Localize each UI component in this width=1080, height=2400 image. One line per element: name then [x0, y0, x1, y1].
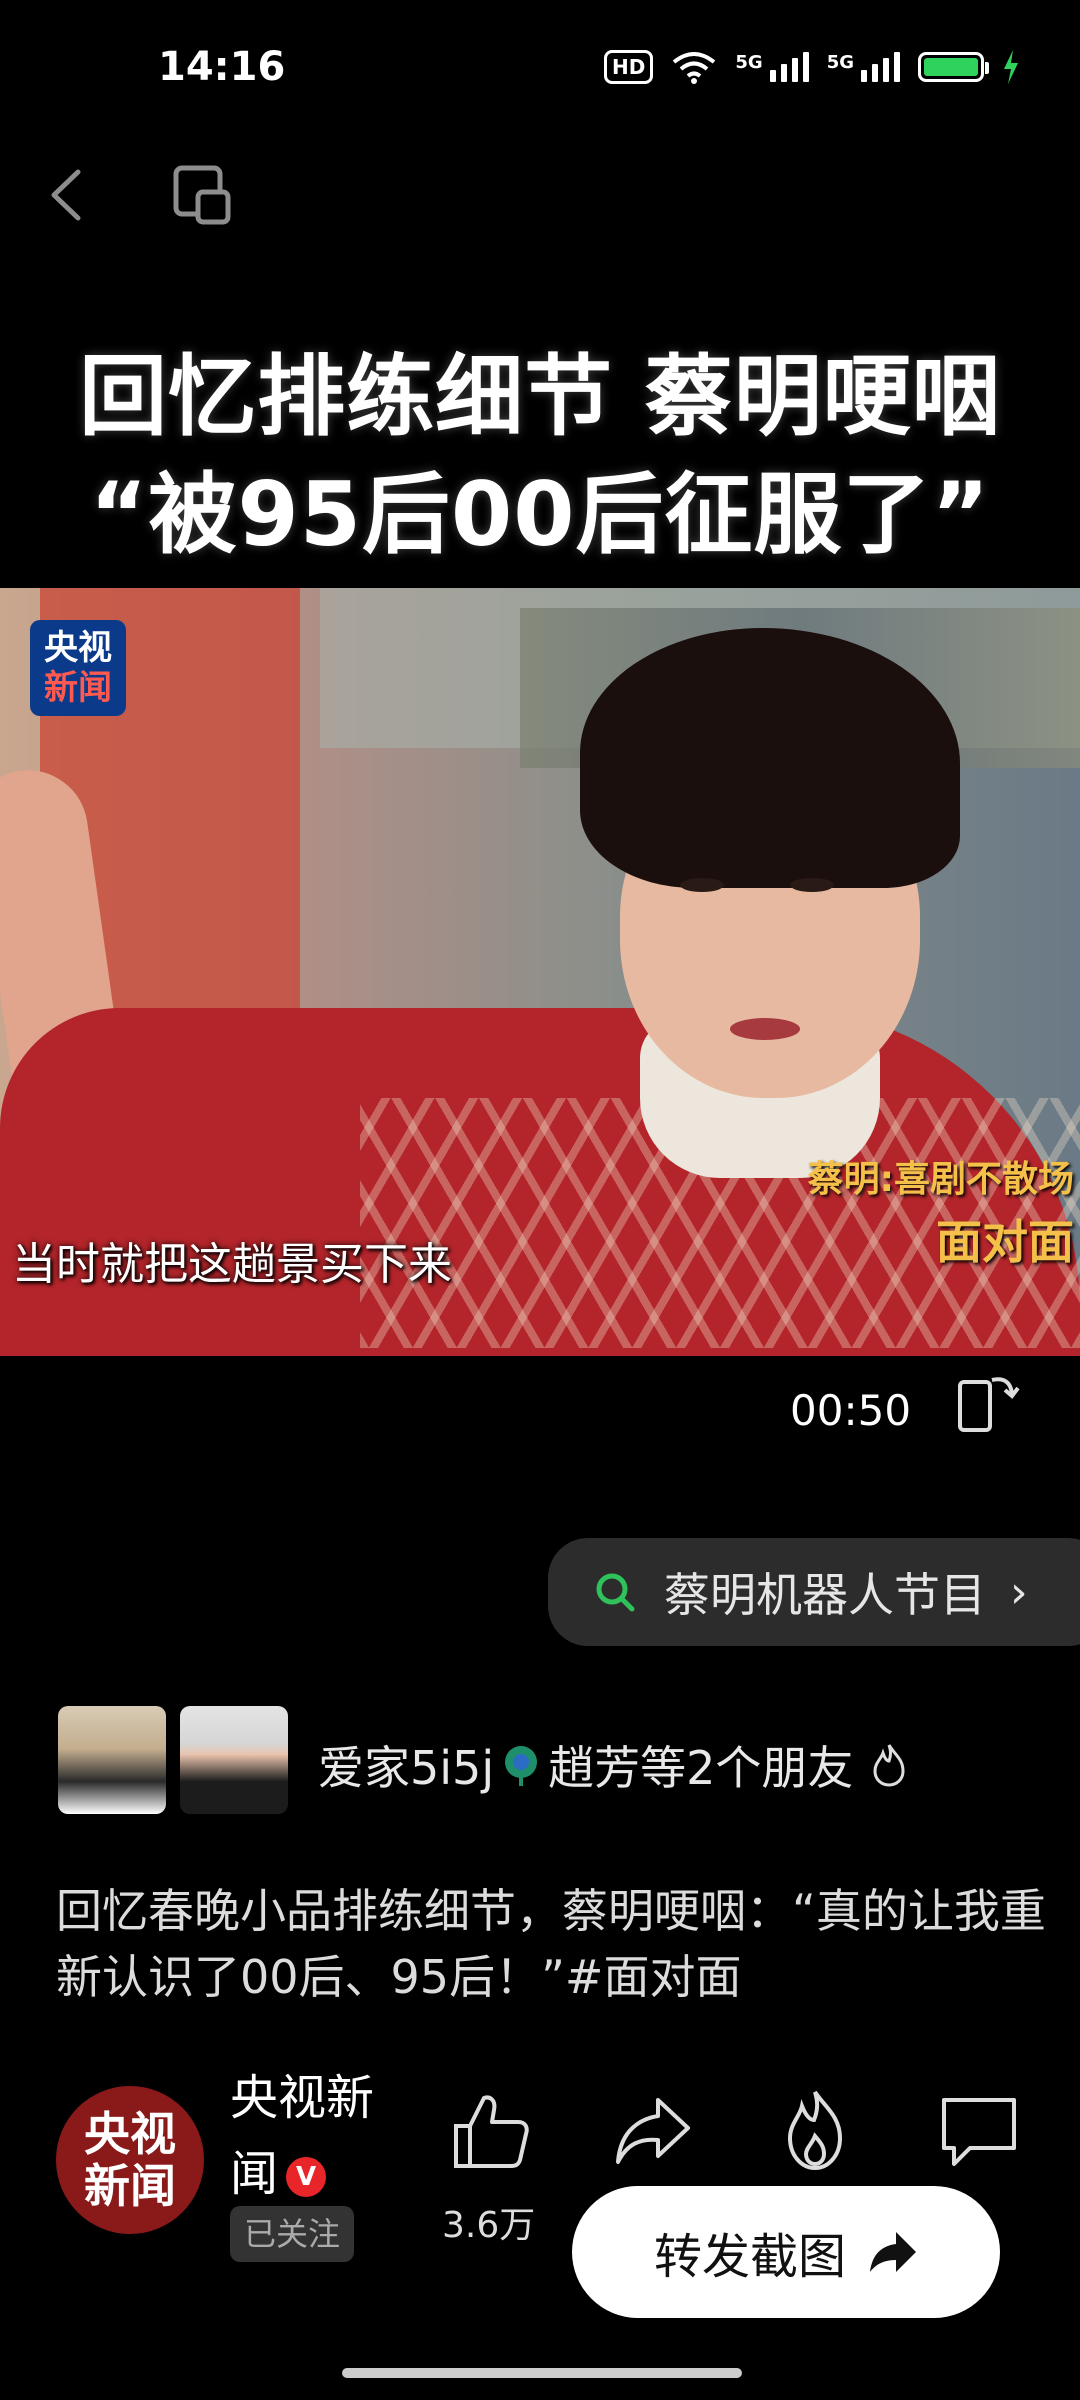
status-icons: HD 5G 5G: [604, 50, 1020, 84]
hot-icon[interactable]: [770, 2086, 860, 2176]
status-time: 14:16: [158, 44, 286, 90]
author-name-block[interactable]: 央视新闻 V: [230, 2060, 390, 2212]
logo-text: 央视: [84, 2107, 176, 2161]
signal-icon: 5G: [735, 52, 809, 82]
pip-icon[interactable]: [166, 160, 236, 230]
chevron-right-icon: ›: [1010, 1566, 1028, 1618]
show-subtitle: 面对面: [936, 1215, 1074, 1269]
eye: [680, 878, 724, 892]
author-avatar[interactable]: 央视 新闻: [56, 2086, 204, 2234]
network-type: 5G: [735, 52, 763, 73]
verified-badge: V: [286, 2157, 327, 2197]
video-duration: 00:50: [790, 1386, 912, 1435]
friend-avatar[interactable]: [58, 1706, 166, 1814]
headline-line-1: 回忆排练细节 蔡明哽咽: [79, 345, 1001, 448]
back-arrow-icon[interactable]: [32, 160, 102, 230]
headline-line-2: “被95后00后征服了”: [89, 463, 991, 566]
rotate-screen-icon[interactable]: [958, 1368, 1022, 1438]
like-icon[interactable]: [446, 2086, 536, 2176]
friends-text: 趙芳等2个朋友: [548, 1741, 854, 1795]
hd-icon: HD: [604, 50, 654, 84]
signal-icon: 5G: [827, 52, 900, 82]
peacock-icon: [505, 1746, 538, 1786]
friend-name: 爱家5i5j: [318, 1741, 495, 1795]
lips: [730, 1018, 800, 1040]
battery-icon: [918, 52, 989, 82]
show-name: 蔡明:喜剧不散场: [807, 1159, 1074, 1200]
logo-text: 央视: [44, 628, 112, 668]
search-icon: [596, 1573, 635, 1612]
video-headline: 回忆排练细节 蔡明哽咽 “被95后00后征服了”: [0, 338, 1080, 574]
logo-text: 新闻: [84, 2159, 176, 2213]
like-count: 3.6万: [442, 2205, 536, 2246]
search-label: 蔡明机器人节目: [664, 1568, 986, 1622]
related-search-pill[interactable]: 蔡明机器人节目 ›: [548, 1538, 1080, 1646]
comment-icon[interactable]: [934, 2086, 1024, 2176]
charging-icon: [1004, 50, 1018, 84]
wifi-icon: [673, 52, 716, 84]
friend-avatar[interactable]: [180, 1706, 288, 1814]
post-description: 回忆春晚小品排练细节，蔡明哽咽：“真的让我重新认识了00后、95后！”#面对面: [56, 1884, 1046, 2004]
flame-icon: [873, 1744, 905, 1787]
friends-liked-text[interactable]: 爱家5i5j 趙芳等2个朋友: [318, 1732, 909, 1798]
follow-status-button[interactable]: 已关注: [230, 2206, 355, 2262]
cctv-news-logo: 央视 新闻: [30, 620, 126, 716]
network-type: 5G: [826, 52, 854, 73]
logo-text: 新闻: [44, 668, 112, 708]
eye: [790, 878, 834, 892]
share-icon[interactable]: [608, 2086, 698, 2176]
video-subtitle: 当时就把这趟景买下来: [12, 1239, 452, 1290]
home-indicator[interactable]: [342, 2368, 742, 2378]
forward-arrow-icon: [870, 2232, 916, 2272]
share-screenshot-label: 转发截图: [653, 2229, 846, 2285]
share-screenshot-button[interactable]: 转发截图: [572, 2186, 1000, 2318]
